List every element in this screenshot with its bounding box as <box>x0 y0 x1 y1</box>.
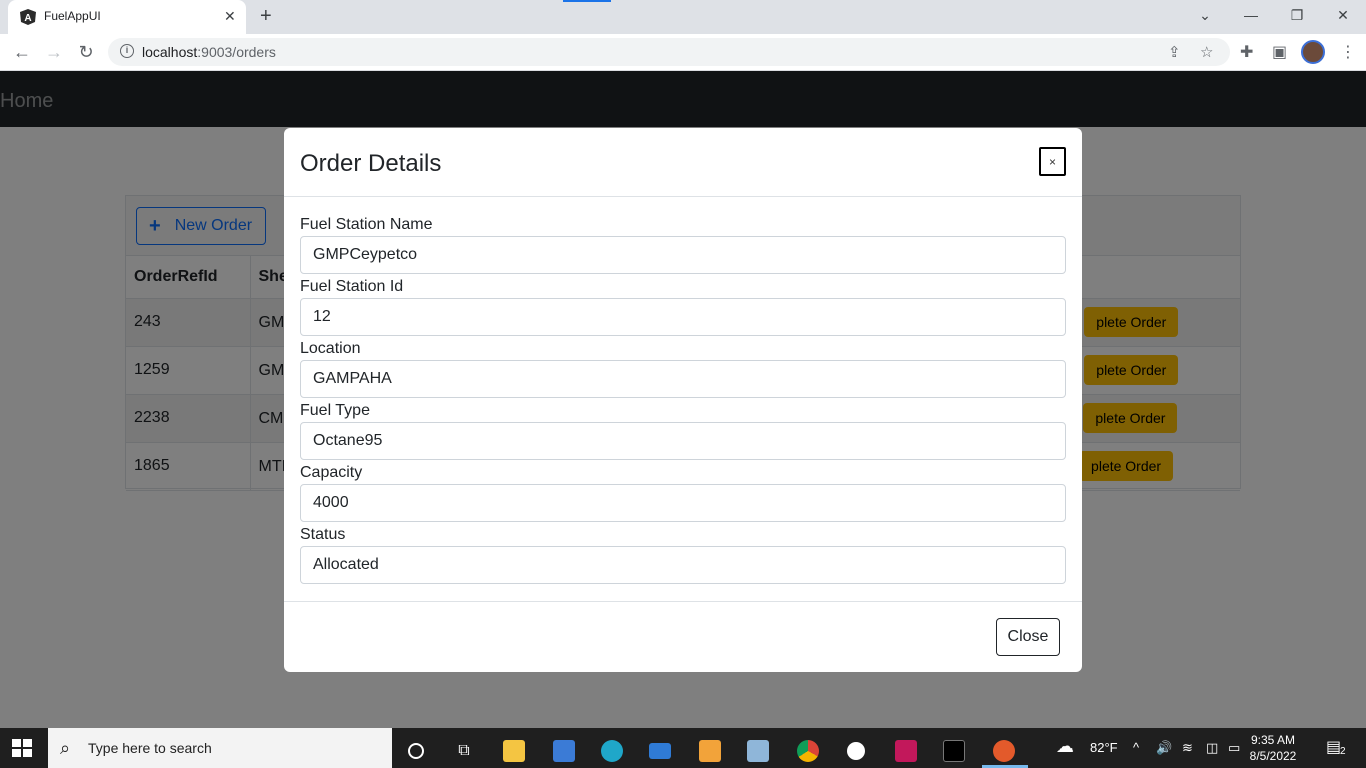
minimize-button[interactable]: — <box>1228 0 1274 30</box>
notifications-icon[interactable]: ▤ <box>1326 737 1341 757</box>
browser-tab[interactable]: A FuelAppUI ✕ <box>8 0 246 34</box>
taskbar-clock[interactable]: 9:35 AM 8/5/2022 <box>1245 732 1301 764</box>
modal-header: Order Details × <box>284 128 1082 197</box>
location-label: Location <box>300 340 361 357</box>
modal-title: Order Details <box>300 150 442 177</box>
browser-tabstrip: A FuelAppUI ✕ + ⌄ — ❐ ✕ <box>0 0 1366 34</box>
new-tab-button[interactable]: + <box>260 5 272 28</box>
clock-date: 8/5/2022 <box>1249 749 1297 763</box>
back-icon[interactable]: ← <box>10 40 34 64</box>
reload-icon[interactable]: ↻ <box>74 40 98 64</box>
battery-icon[interactable]: ▭ <box>1228 740 1240 756</box>
capacity-label: Capacity <box>300 464 363 481</box>
capacity-field[interactable] <box>300 484 1066 522</box>
wifi-icon[interactable]: ≋ <box>1182 740 1193 756</box>
file-explorer-icon[interactable] <box>494 734 534 768</box>
store-icon[interactable] <box>690 734 730 768</box>
windows-taskbar: ⌕ Type here to search ⧉ ☁ 82°F ^ 🔊 ≋ ◫ ▭… <box>0 728 1366 768</box>
windows-start-icon[interactable] <box>12 739 32 757</box>
extensions-icon[interactable]: ✚ <box>1240 42 1253 62</box>
modal-close-icon[interactable]: × <box>1039 147 1066 176</box>
mongodb-compass-icon[interactable] <box>836 734 876 768</box>
fuel-station-name-field[interactable] <box>300 236 1066 274</box>
forward-icon[interactable]: → <box>42 40 66 64</box>
mail-icon[interactable] <box>640 734 680 768</box>
svg-text:A: A <box>24 13 31 24</box>
tab-indicator <box>563 0 611 2</box>
tab-title: FuelAppUI <box>44 9 101 23</box>
volume-icon[interactable]: 🔊 <box>1156 740 1172 756</box>
clock-time: 9:35 AM <box>1250 733 1296 747</box>
angular-favicon-icon: A <box>20 9 36 25</box>
edge-icon[interactable] <box>592 734 632 768</box>
browser-toolbar: ← → ↻ i localhost:9003/orders ⇪ ☆ ✚ ▣ ⋮ <box>0 34 1366 71</box>
window-controls: ⌄ — ❐ ✕ <box>1182 0 1366 34</box>
tab-search-icon[interactable]: ⌄ <box>1182 0 1228 30</box>
app-icon[interactable] <box>738 734 778 768</box>
search-icon: ⌕ <box>60 738 71 758</box>
chrome-icon[interactable] <box>788 734 828 768</box>
weather-temp[interactable]: 82°F <box>1090 740 1118 755</box>
status-field[interactable] <box>300 546 1066 584</box>
app-icon[interactable] <box>544 734 584 768</box>
network-icon[interactable]: ◫ <box>1206 740 1218 756</box>
profile-avatar[interactable] <box>1301 40 1325 64</box>
order-details-modal: Order Details × Fuel Station Name Fuel S… <box>284 128 1082 672</box>
share-icon[interactable]: ⇪ <box>1168 43 1181 61</box>
chevron-up-icon[interactable]: ^ <box>1133 740 1139 755</box>
fuel-station-id-field[interactable] <box>300 298 1066 336</box>
window-close-button[interactable]: ✕ <box>1320 0 1366 30</box>
site-info-icon[interactable]: i <box>120 44 134 58</box>
bookmark-star-icon[interactable]: ☆ <box>1200 43 1213 61</box>
search-placeholder: Type here to search <box>88 740 212 756</box>
taskbar-search-box[interactable]: ⌕ Type here to search <box>48 728 392 768</box>
fuel-type-field[interactable] <box>300 422 1066 460</box>
status-label: Status <box>300 526 346 543</box>
location-field[interactable] <box>300 360 1066 398</box>
weather-cloud-icon[interactable]: ☁ <box>1056 736 1074 757</box>
fuel-station-name-label: Fuel Station Name <box>300 216 433 233</box>
terminal-icon[interactable] <box>934 734 974 768</box>
url-path: :9003/orders <box>197 44 276 60</box>
intellij-icon[interactable] <box>886 734 926 768</box>
fuel-station-id-label: Fuel Station Id <box>300 278 404 295</box>
url-host: localhost <box>142 44 198 60</box>
side-panel-icon[interactable]: ▣ <box>1272 42 1287 62</box>
task-view-icon[interactable]: ⧉ <box>444 734 484 768</box>
notification-count: 2 <box>1340 746 1346 757</box>
tab-close-icon[interactable]: ✕ <box>224 8 236 25</box>
menu-kebab-icon[interactable]: ⋮ <box>1340 42 1356 62</box>
url-text[interactable]: localhost:9003/orders <box>142 44 276 60</box>
close-button[interactable]: Close <box>996 618 1060 656</box>
fuel-type-label: Fuel Type <box>300 402 370 419</box>
cortana-icon[interactable] <box>396 734 436 768</box>
page: Home + New Order OrderRefId She 243 GMpl… <box>0 71 1366 728</box>
postman-icon[interactable] <box>984 734 1024 768</box>
address-bar[interactable]: i localhost:9003/orders ⇪ ☆ <box>108 38 1230 66</box>
modal-footer: Close <box>284 601 1082 672</box>
restore-button[interactable]: ❐ <box>1274 0 1320 30</box>
